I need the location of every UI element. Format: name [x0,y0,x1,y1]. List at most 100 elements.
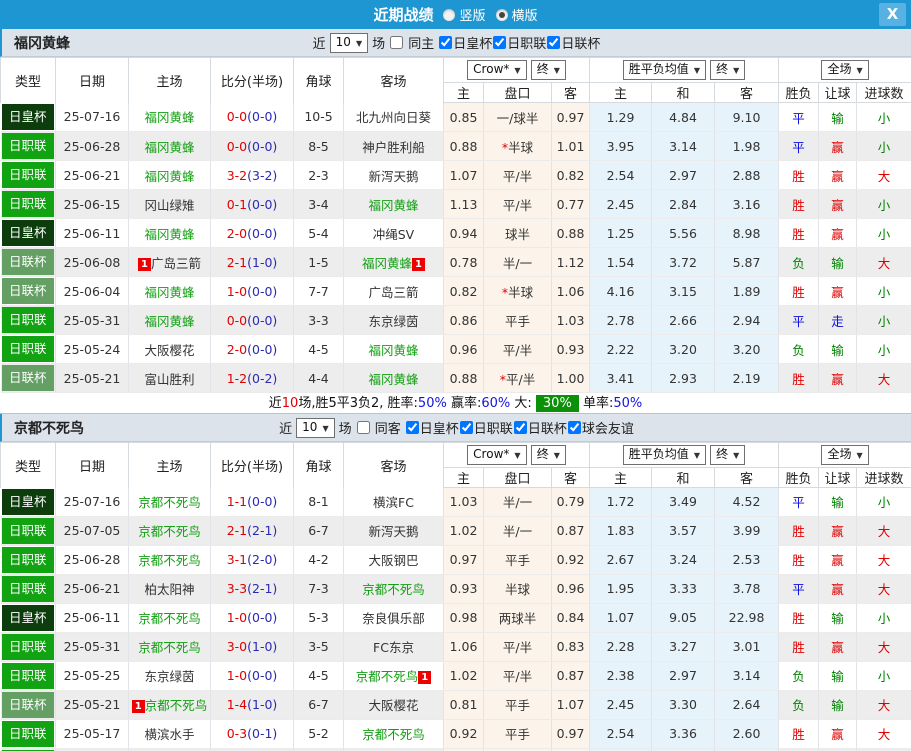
corners: 7-3 [293,574,344,604]
same-venue-filter[interactable]: 同主 [389,33,434,52]
eu-home-odds: 2.28 [589,632,653,662]
result-outcome: 平 [778,574,820,604]
corners: 3-5 [293,632,344,662]
corners: 7-7 [293,276,344,306]
eu-avg-select[interactable]: 胜平负均值 ▼ [622,445,706,465]
fulltime-score: 0-3 [226,726,248,741]
league-type-badge: 日职联 [1,307,54,333]
league-checkbox[interactable] [405,421,419,434]
corners: 3-4 [293,189,344,219]
league-filter[interactable]: 日职联 [492,33,546,52]
final-odds-select[interactable]: 终 ▼ [710,445,746,465]
result-outcome: 胜 [778,603,820,633]
recent-count-select[interactable]: 10 ▼ [329,32,369,53]
league-type-badge: 日职联 [1,336,54,362]
vertical-radio-icon[interactable] [443,8,456,21]
league-checkbox[interactable] [547,36,561,49]
red-1-badge: 1 [131,700,145,713]
col-handicap: 盘口 [483,82,552,103]
league-checkbox[interactable] [493,36,507,49]
league-checkbox[interactable] [567,421,581,434]
result-outcome: 平 [778,102,820,132]
goals-outcome: 大 [856,545,911,575]
league-checkbox[interactable] [459,421,473,434]
corners: 10-5 [293,102,344,132]
close-icon[interactable]: X [879,3,906,26]
league-checkbox[interactable] [513,421,527,434]
layout-option-vertical[interactable]: 竖版 [435,5,486,24]
same-venue-checkbox[interactable] [356,421,370,434]
asia-away-odds: 0.97 [551,719,591,749]
col-corner: 角球 [293,57,344,103]
eu-avg-select[interactable]: 胜平负均值 ▼ [622,60,706,80]
score: 1-2(0-2) [210,363,294,393]
match-date: 25-07-05 [55,516,129,546]
fulltime-score: 1-0 [226,283,248,299]
asia-handicap: 平手 [483,719,552,749]
result-outcome: 平 [778,131,820,161]
corners: 5-4 [293,218,344,248]
away-team: 新泻天鹅 [343,516,444,546]
goals-outcome: 大 [856,516,911,546]
halftime-score: (1-0) [247,697,278,712]
col-eu-draw: 和 [651,467,716,488]
asia-home-odds: 0.93 [443,574,484,604]
bookmaker-select[interactable]: Crow* ▼ [467,445,527,465]
halftime-score: (0-0) [247,312,278,328]
team-name: 神户胜利船 [362,139,425,155]
asia-away-odds: 0.97 [551,102,591,132]
recent-count-select[interactable]: 10 ▼ [296,417,335,438]
team-name: 福冈黄蜂 [368,371,419,387]
handicap-outcome: 输 [818,102,858,132]
score: 3-3(2-1) [210,574,294,604]
eu-away-odds: 3.16 [714,189,780,219]
league-filter[interactable]: 球会友谊 [567,418,634,437]
final-odds-select[interactable]: 终 ▼ [530,445,566,465]
team-name: 横滨水手 [144,727,195,742]
league-checkbox[interactable] [439,36,453,49]
result-outcome: 胜 [778,276,820,306]
league-filter[interactable]: 日联杯 [546,33,600,52]
fullmatch-select[interactable]: 全场 ▼ [821,60,869,80]
asia-handicap: 半/一 [483,516,552,546]
score: 2-0(0-0) [210,334,294,364]
fulltime-score: 1-1 [226,494,248,509]
fullmatch-select[interactable]: 全场 ▼ [821,445,869,465]
chevron-down-icon: ▼ [693,451,700,460]
col-eu-away: 客 [714,467,780,488]
goals-outcome: 小 [856,487,911,517]
league-filter[interactable]: 日联杯 [513,418,567,437]
summary-row: 近10场,胜5平3负2, 胜率:50% 赢率:60% 大: 30% 单率:50% [0,393,911,414]
col-type: 类型 [0,442,56,488]
eu-home-odds: 2.78 [589,305,653,335]
asia-home-odds: 1.06 [443,632,484,662]
match-date: 25-05-21 [55,690,129,720]
asia-away-odds: 1.01 [551,131,591,161]
league-filter[interactable]: 日皇杯 [405,418,459,437]
home-team: 福冈黄蜂 [128,160,211,190]
same-venue-checkbox[interactable] [390,36,404,49]
asia-away-odds: 1.03 [551,305,591,335]
chevron-down-icon: ▼ [514,66,521,75]
league-filter[interactable]: 日职联 [459,418,513,437]
layout-option-horizontal[interactable]: 横版 [488,5,538,24]
result-outcome: 胜 [778,719,820,749]
match-date: 25-05-24 [55,334,129,364]
eu-away-odds: 2.53 [714,545,780,575]
final-odds-select[interactable]: 终 ▼ [530,60,566,80]
handicap-outcome: 赢 [818,160,858,190]
asia-handicap: 平/半 [483,189,552,219]
league-label: 日职联 [473,422,513,437]
bookmaker-select[interactable]: Crow* ▼ [467,60,527,80]
corners: 4-5 [293,661,344,691]
col-home: 主场 [128,57,211,103]
league-filter[interactable]: 日皇杯 [438,33,492,52]
corners: 4-4 [293,363,344,393]
horizontal-radio-icon[interactable] [495,8,508,21]
league-label: 日皇杯 [453,37,493,52]
match-type: 日皇杯 [0,102,56,132]
final-odds-select[interactable]: 终 ▼ [710,60,746,80]
league-type-badge: 日职联 [1,633,54,660]
asia-handicap: *平/半 [483,363,552,393]
same-venue-filter[interactable]: 同客 [356,418,401,437]
